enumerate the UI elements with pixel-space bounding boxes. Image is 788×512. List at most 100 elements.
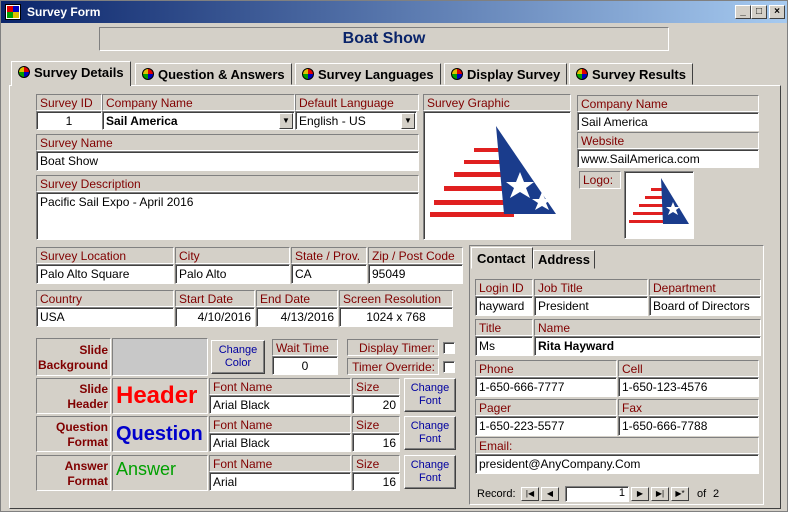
slide-header-font-field[interactable]: Arial Black: [209, 395, 351, 414]
minimize-button[interactable]: _: [735, 5, 751, 19]
change-font-button[interactable]: Change Font: [404, 416, 456, 450]
timer-override-checkbox[interactable]: [443, 361, 455, 373]
maximize-button[interactable]: □: [751, 5, 767, 19]
survey-graphic-label: Survey Graphic: [423, 94, 571, 111]
tab-survey-results[interactable]: Survey Results: [569, 63, 693, 85]
screen-resolution-field[interactable]: 1024 x 768: [339, 307, 453, 327]
website-field[interactable]: www.SailAmerica.com: [577, 149, 759, 168]
default-language-select[interactable]: English - US ▼: [295, 111, 417, 130]
logo-image[interactable]: [624, 171, 694, 239]
department-field[interactable]: Board of Directors: [649, 296, 761, 316]
tab-ball-icon: [576, 68, 588, 80]
tab-label: Display Survey: [467, 67, 561, 82]
country-field[interactable]: USA: [36, 307, 174, 327]
state-label: State / Prov.: [291, 247, 367, 264]
slide-header-size-field[interactable]: 20: [352, 395, 400, 414]
slide-background-label: Slide Background: [37, 343, 108, 372]
cell-field[interactable]: 1-650-123-4576: [618, 377, 759, 397]
email-label: Email:: [475, 437, 759, 454]
new-record-icon[interactable]: ▶*: [671, 487, 689, 501]
tab-question-answers[interactable]: Question & Answers: [135, 63, 292, 85]
title-field[interactable]: Ms: [475, 336, 533, 356]
change-font-button[interactable]: Change Font: [404, 455, 456, 489]
survey-description-label: Survey Description: [36, 175, 419, 192]
chevron-down-icon[interactable]: ▼: [401, 113, 415, 129]
question-format-sample: Question: [112, 416, 208, 452]
chevron-down-icon[interactable]: ▼: [279, 113, 293, 129]
close-button[interactable]: ×: [769, 5, 785, 19]
pager-field[interactable]: 1-650-223-5577: [475, 416, 617, 436]
pager-label: Pager: [475, 399, 617, 416]
size-label: Size: [352, 416, 400, 433]
login-id-label: Login ID: [475, 279, 533, 296]
survey-location-field[interactable]: Palo Alto Square: [36, 264, 174, 284]
company-name-field-right[interactable]: Sail America: [577, 112, 759, 131]
tab-survey-details[interactable]: Survey Details: [11, 61, 131, 86]
record-label: Record:: [477, 488, 516, 500]
tab-address[interactable]: Address: [533, 250, 595, 269]
tab-ball-icon: [451, 68, 463, 80]
tab-display-survey[interactable]: Display Survey: [444, 63, 568, 85]
zip-field[interactable]: 95049: [368, 264, 463, 284]
slide-background-swatch[interactable]: [112, 338, 208, 376]
phone-label: Phone: [475, 360, 617, 377]
website-label: Website: [577, 132, 759, 149]
survey-form-window: Survey Form _ □ × Boat Show Survey Detai…: [0, 0, 788, 512]
app-icon: [5, 4, 21, 20]
tab-ball-icon: [302, 68, 314, 80]
survey-location-label: Survey Location: [36, 247, 174, 264]
survey-name-label: Survey Name: [36, 134, 419, 151]
logo-label: Logo:: [579, 171, 621, 189]
wait-time-field[interactable]: 0: [272, 356, 338, 375]
question-format-font-field[interactable]: Arial Black: [209, 433, 351, 452]
fax-field[interactable]: 1-650-666-7788: [618, 416, 759, 436]
contact-name-label: Name: [534, 319, 761, 336]
record-number-field[interactable]: 1: [565, 486, 629, 502]
state-field[interactable]: CA: [291, 264, 367, 284]
change-font-button[interactable]: Change Font: [404, 378, 456, 412]
survey-description-field[interactable]: Pacific Sail Expo - April 2016: [36, 192, 419, 240]
display-timer-checkbox[interactable]: [443, 342, 455, 354]
survey-id-field[interactable]: 1: [36, 111, 102, 130]
last-record-icon[interactable]: ▶|: [651, 487, 669, 501]
timer-override-label: Timer Override:: [347, 358, 439, 375]
wait-time-label: Wait Time: [272, 339, 338, 356]
company-name-label: Company Name: [102, 94, 295, 111]
department-label: Department: [649, 279, 761, 296]
end-date-field[interactable]: 4/13/2016: [256, 307, 338, 327]
previous-record-icon[interactable]: ◀: [541, 487, 559, 501]
answer-format-label: Answer Format: [64, 459, 108, 488]
tab-survey-languages[interactable]: Survey Languages: [295, 63, 441, 85]
login-id-field[interactable]: hayward: [475, 296, 533, 316]
slide-background-cell: Slide Background: [36, 338, 111, 376]
contact-name-field[interactable]: Rita Hayward: [534, 336, 761, 356]
job-title-field[interactable]: President: [534, 296, 648, 316]
email-field[interactable]: president@AnyCompany.Com: [475, 454, 759, 474]
survey-name-field[interactable]: Boat Show: [36, 151, 419, 171]
phone-field[interactable]: 1-650-666-7777: [475, 377, 617, 397]
fax-label: Fax: [618, 399, 759, 416]
city-label: City: [175, 247, 290, 264]
question-format-size-field[interactable]: 16: [352, 433, 400, 452]
tab-contact[interactable]: Contact: [471, 247, 533, 269]
first-record-icon[interactable]: |◀: [521, 487, 539, 501]
next-record-icon[interactable]: ▶: [631, 487, 649, 501]
company-name-value: Sail America: [106, 114, 178, 128]
record-of-label: of: [697, 488, 707, 500]
answer-format-size-field[interactable]: 16: [352, 472, 400, 491]
title-label: Title: [475, 319, 533, 336]
change-color-button[interactable]: Change Color: [211, 340, 265, 374]
display-timer-label: Display Timer:: [347, 339, 439, 356]
end-date-label: End Date: [256, 290, 338, 307]
start-date-label: Start Date: [175, 290, 255, 307]
tab-ball-icon: [142, 68, 154, 80]
survey-graphic-image[interactable]: [423, 111, 571, 240]
company-name-select[interactable]: Sail America ▼: [102, 111, 295, 130]
city-field[interactable]: Palo Alto: [175, 264, 290, 284]
question-format-label: Question Format: [55, 420, 108, 449]
sail-america-logo-icon: [629, 178, 689, 224]
sail-america-logo-icon: [430, 124, 556, 217]
start-date-field[interactable]: 4/10/2016: [175, 307, 255, 327]
answer-format-font-field[interactable]: Arial: [209, 472, 351, 491]
slide-header-cell: Slide Header: [36, 378, 111, 414]
